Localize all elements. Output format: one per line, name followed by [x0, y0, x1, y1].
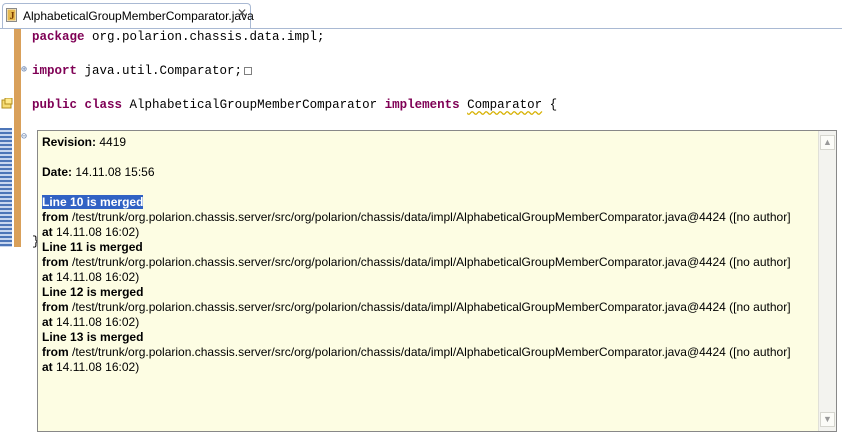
- line-label: Line: [42, 195, 71, 209]
- svg-text:J: J: [10, 11, 15, 22]
- merge-path: /test/trunk/org.polarion.chassis.server/…: [68, 345, 791, 359]
- folded-code-marker[interactable]: [244, 66, 253, 75]
- line-number: 12: [70, 285, 84, 299]
- tab-label: AlphabeticalGroupMemberComparator.java: [23, 9, 254, 23]
- merge-entry-from: from /test/trunk/org.polarion.chassis.se…: [42, 255, 791, 270]
- class-name: AlphabeticalGroupMemberComparator: [122, 98, 385, 112]
- at-label: at: [42, 315, 53, 329]
- merge-path: /test/trunk/org.polarion.chassis.server/…: [68, 210, 791, 224]
- merge-entry-heading: Line 11 is merged: [42, 240, 791, 255]
- line-label: Line: [42, 330, 71, 344]
- merge-indicator-bar: [0, 128, 12, 247]
- fold-collapse-icon[interactable]: ⊖: [21, 133, 27, 143]
- editor-tab-bar: J AlphabeticalGroupMemberComparator.java…: [0, 0, 842, 29]
- merge-date: 14.11.08 16:02): [52, 360, 140, 374]
- merged-text: is merged: [82, 240, 143, 254]
- at-label: at: [42, 270, 53, 284]
- merge-date: 14.11.08 16:02): [52, 225, 140, 239]
- merge-entry-from: from /test/trunk/org.polarion.chassis.se…: [42, 210, 791, 225]
- scroll-down-button[interactable]: ▼: [820, 412, 835, 427]
- merged-text: is merged: [83, 195, 144, 209]
- keyword: implements: [384, 98, 460, 112]
- merge-entry-from: from /test/trunk/org.polarion.chassis.se…: [42, 300, 791, 315]
- fold-expand-icon[interactable]: ⊕: [21, 66, 27, 76]
- scroll-up-button[interactable]: ▲: [820, 135, 835, 150]
- close-icon[interactable]: ✕: [237, 7, 247, 19]
- merge-path: /test/trunk/org.polarion.chassis.server/…: [68, 300, 791, 314]
- revision-row: Revision: 4419: [42, 135, 791, 150]
- date-label: Date:: [42, 165, 73, 179]
- merge-date: 14.11.08 16:02): [52, 315, 140, 329]
- from-label: from: [42, 300, 69, 314]
- from-label: from: [42, 255, 69, 269]
- from-label: from: [42, 210, 69, 224]
- code-text: {: [542, 98, 558, 112]
- warning-icon[interactable]: [1, 98, 13, 110]
- merge-path: /test/trunk/org.polarion.chassis.server/…: [68, 255, 791, 269]
- line-number: 10: [70, 195, 84, 209]
- merged-text: is merged: [83, 330, 144, 344]
- popup-content: Revision: 4419 Date: 14.11.08 15:56 Line…: [42, 135, 791, 375]
- merge-entry-heading: Line 10 is merged: [42, 195, 791, 210]
- code-text: org.polarion.chassis.data.impl;: [84, 30, 325, 44]
- revision-info-popup: Revision: 4419 Date: 14.11.08 15:56 Line…: [37, 130, 837, 432]
- line-number: 13: [70, 330, 84, 344]
- tab-alphabetical-group-member-comparator[interactable]: J AlphabeticalGroupMemberComparator.java…: [2, 3, 254, 28]
- keyword: class: [84, 98, 123, 112]
- keyword: public: [32, 98, 78, 112]
- merge-entry-at: at 14.11.08 16:02): [42, 225, 791, 240]
- revision-value: 4419: [96, 135, 127, 149]
- keyword: package: [32, 30, 85, 44]
- line-label: Line: [42, 285, 71, 299]
- keyword: import: [32, 64, 78, 78]
- selected-text: Line 10 is merged: [42, 195, 144, 209]
- code-line-package[interactable]: package org.polarion.chassis.data.impl;: [32, 30, 325, 44]
- merge-date: 14.11.08 16:02): [52, 270, 140, 284]
- merge-entry-from: from /test/trunk/org.polarion.chassis.se…: [42, 345, 791, 360]
- merged-text: is merged: [83, 285, 144, 299]
- code-line-class-declaration[interactable]: public class AlphabeticalGroupMemberComp…: [32, 98, 557, 112]
- at-label: at: [42, 225, 53, 239]
- merge-entry-heading: Line 13 is merged: [42, 330, 791, 345]
- merge-entry-at: at 14.11.08 16:02): [42, 315, 791, 330]
- revision-label: Revision:: [42, 135, 97, 149]
- merge-entry-at: at 14.11.08 16:02): [42, 270, 791, 285]
- line-label: Line: [42, 240, 71, 254]
- merge-entry-at: at 14.11.08 16:02): [42, 360, 791, 375]
- popup-scrollbar[interactable]: ▲ ▼: [818, 131, 836, 431]
- change-bar[interactable]: [14, 29, 21, 130]
- line-number: 11: [70, 240, 83, 254]
- merge-entry-heading: Line 12 is merged: [42, 285, 791, 300]
- interface-name: Comparator: [467, 98, 543, 112]
- change-bar-merged[interactable]: [14, 130, 21, 247]
- date-value: 14.11.08 15:56: [72, 165, 155, 179]
- java-file-icon: J: [6, 8, 17, 22]
- date-row: Date: 14.11.08 15:56: [42, 165, 791, 180]
- from-label: from: [42, 345, 69, 359]
- at-label: at: [42, 360, 53, 374]
- code-text: java.util.Comparator;: [77, 64, 243, 78]
- code-line-import[interactable]: import java.util.Comparator;: [32, 64, 253, 78]
